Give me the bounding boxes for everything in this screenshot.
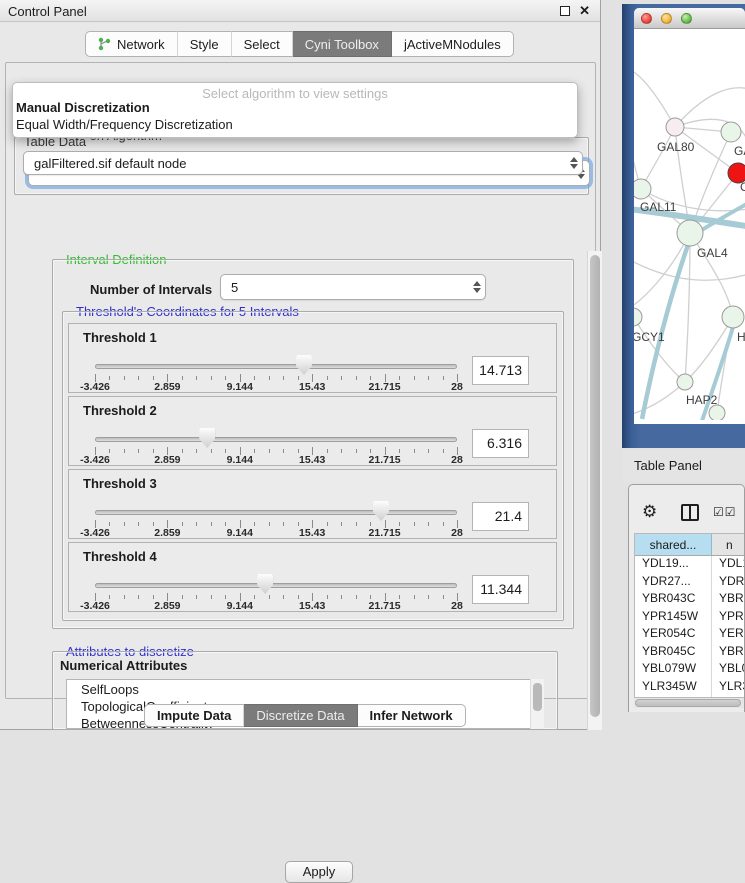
window-title: Control Panel <box>8 4 87 19</box>
control-panel-tabbar: Network Style Select Cyni Toolbox jActiv… <box>85 31 514 57</box>
node-gcy1 <box>634 308 642 326</box>
cyni-content-panel: Discretization Algorithm Table Data galF… <box>5 62 596 699</box>
gear-icon[interactable]: ⚙ <box>642 502 657 522</box>
tab-discretize-data[interactable]: Discretize Data <box>244 704 357 727</box>
slider-thumb[interactable] <box>199 428 215 448</box>
svg-text:GAL80: GAL80 <box>657 140 695 154</box>
threshold-2-slider[interactable]: -3.4262.8599.14415.4321.71528 <box>95 428 457 464</box>
horizontal-scrollbar[interactable] <box>634 698 745 708</box>
dropdown-item-equal-width-frequency[interactable]: Equal Width/Frequency Discretization <box>16 117 233 132</box>
network-canvas[interactable]: GAL80 GA GAL11 C GAL4 GCY1 H HAP2 <box>634 29 745 420</box>
slider-thumb[interactable] <box>257 574 273 594</box>
network-window[interactable]: GAL80 GA GAL11 C GAL4 GCY1 H HAP2 <box>634 8 745 424</box>
node-gal11 <box>634 179 651 199</box>
threshold-1-slider[interactable]: -3.4262.8599.14415.4321.71528 <box>95 355 457 391</box>
table-body: YDL19... YDL1 YDR27... YDR2 YBR043C YBR0… <box>635 556 745 698</box>
threshold-3-panel: Threshold 3 -3.4262.8599.14415.4321.7152… <box>68 469 557 539</box>
svg-text:HAP2: HAP2 <box>686 393 718 407</box>
threshold-3-slider[interactable]: -3.4262.8599.14415.4321.71528 <box>95 501 457 537</box>
column-header-shared[interactable]: shared... <box>635 534 712 555</box>
node-ga <box>721 122 741 142</box>
svg-text:GAL11: GAL11 <box>640 200 677 214</box>
horizontal-scrollbar-thumb[interactable] <box>635 699 741 707</box>
svg-text:H: H <box>737 330 745 344</box>
node-gal4 <box>677 220 703 246</box>
network-view-frame: GAL80 GA GAL11 C GAL4 GCY1 H HAP2 <box>622 4 745 448</box>
network-window-titlebar[interactable] <box>634 8 745 29</box>
number-of-intervals-combobox[interactable]: 5 <box>220 274 486 300</box>
tab-select[interactable]: Select <box>232 31 293 57</box>
settings-scrollpane: Interval Definition Number of Intervals … <box>18 251 602 730</box>
table-row[interactable]: YER054C YER0 <box>635 626 745 644</box>
number-of-intervals-label: Number of Intervals <box>90 282 212 297</box>
checkbox-icons[interactable]: ☑☑ <box>713 505 737 519</box>
vertical-scrollbar-thumb[interactable] <box>590 255 600 717</box>
threshold-2-value-field[interactable]: 6.316 <box>472 429 529 458</box>
node-bottom <box>709 405 725 420</box>
slider-thumb[interactable] <box>373 501 389 521</box>
node-attribute-table: shared... n YDL19... YDL1 YDR27... YDR2 … <box>634 533 745 698</box>
table-row[interactable]: YLR345W YLR3 <box>635 679 745 697</box>
svg-text:GA: GA <box>734 144 745 158</box>
table-row[interactable]: YBR045C YBR0 <box>635 644 745 662</box>
mac-close-icon[interactable] <box>641 13 652 24</box>
table-panel-header: Table Panel <box>622 450 745 482</box>
svg-text:GCY1: GCY1 <box>634 330 665 344</box>
threshold-2-panel: Threshold 2 -3.4262.8599.14415.4321.7152… <box>68 396 557 466</box>
combo-stepper-icon <box>566 152 582 174</box>
table-panel-title: Table Panel <box>634 458 702 473</box>
table-row[interactable]: YBL079W YBL0 <box>635 661 745 679</box>
table-header-row: shared... n <box>635 534 745 556</box>
vertical-scrollbar[interactable] <box>587 251 602 730</box>
threshold-3-value-field[interactable]: 21.4 <box>472 502 529 531</box>
tab-jactivemnodules[interactable]: jActiveMNodules <box>392 31 514 57</box>
column-header-name[interactable]: n <box>712 534 745 555</box>
table-row[interactable]: YPR145W YPR1 <box>635 609 745 627</box>
table-browser-window: ⚙ ☑☑ shared... n YDL19... YDL1 YDR27... … <box>628 484 745 712</box>
threshold-4-slider[interactable]: -3.4262.8599.14415.4321.71528 <box>95 574 457 610</box>
table-data-combobox[interactable]: galFiltered.sif default node <box>23 151 583 175</box>
node-hap2 <box>677 374 693 390</box>
algorithm-dropdown-popup: Select algorithm to view settings Manual… <box>12 82 578 138</box>
float-window-icon[interactable] <box>560 6 570 16</box>
tab-impute-data[interactable]: Impute Data <box>144 704 244 727</box>
cyni-bottom-tabbar: Impute Data Discretize Data Infer Networ… <box>144 704 466 727</box>
node-h <box>722 306 744 328</box>
combo-stepper-icon <box>469 275 485 299</box>
numerical-attributes-label: Numerical Attributes <box>60 658 187 673</box>
tab-infer-network[interactable]: Infer Network <box>358 704 466 727</box>
mac-zoom-icon[interactable] <box>681 13 692 24</box>
mac-minimize-icon[interactable] <box>661 13 672 24</box>
threshold-1-value-field[interactable]: 14.713 <box>472 356 529 385</box>
list-scrollbar-thumb[interactable] <box>533 683 542 711</box>
column-layout-icon[interactable] <box>681 504 699 521</box>
close-icon[interactable]: ✕ <box>579 3 590 19</box>
threshold-4-panel: Threshold 4 -3.4262.8599.14415.4321.7152… <box>68 542 557 612</box>
control-panel-window: Control Panel ✕ Network Style Select Cyn… <box>0 0 601 730</box>
tab-network[interactable]: Network <box>85 31 178 57</box>
list-item[interactable]: SelfLoops <box>67 680 543 697</box>
apply-button[interactable]: Apply <box>285 861 353 883</box>
dropdown-item-manual-discretization[interactable]: Manual Discretization <box>16 100 150 115</box>
svg-text:C: C <box>740 180 745 194</box>
threshold-4-value-field[interactable]: 11.344 <box>472 575 529 604</box>
list-scrollbar[interactable] <box>529 679 544 729</box>
slider-thumb[interactable] <box>296 355 312 375</box>
tab-cyni-toolbox[interactable]: Cyni Toolbox <box>293 31 392 57</box>
svg-text:GAL4: GAL4 <box>697 246 728 260</box>
algorithm-hint-text: Select algorithm to view settings <box>13 86 577 101</box>
table-row[interactable]: YDL19... YDL1 <box>635 556 745 574</box>
network-icon <box>98 37 111 51</box>
tab-style[interactable]: Style <box>178 31 232 57</box>
table-row[interactable]: YDR27... YDR2 <box>635 574 745 592</box>
table-row[interactable]: YBR043C YBR0 <box>635 591 745 609</box>
control-panel-titlebar[interactable]: Control Panel ✕ <box>0 0 600 22</box>
threshold-1-panel: Threshold 1 -3.4262.8599.14415.4321.7152… <box>68 323 557 393</box>
node-gal80 <box>666 118 684 136</box>
